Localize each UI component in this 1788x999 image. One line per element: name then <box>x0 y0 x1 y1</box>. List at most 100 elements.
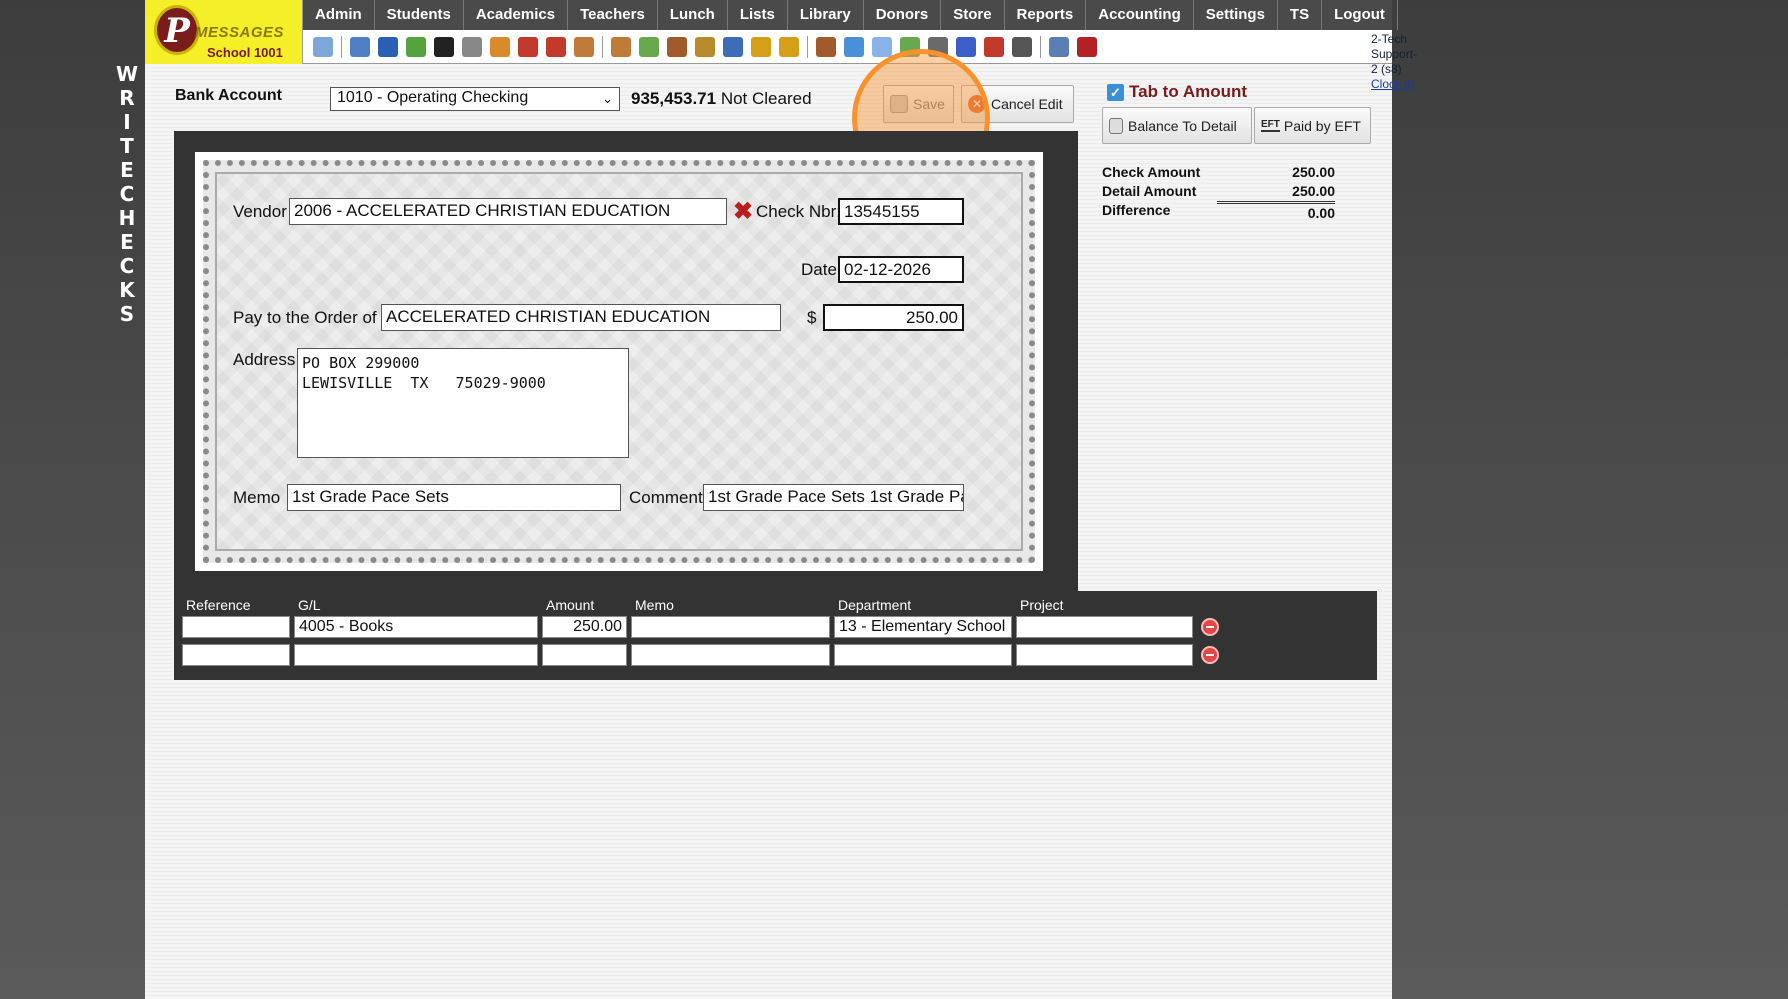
email-at-icon[interactable] <box>378 36 398 57</box>
memo-field[interactable]: 1st Grade Pace Sets <box>287 484 621 511</box>
nav-item-teachers[interactable]: Teachers <box>568 0 658 30</box>
detail-cell-memo[interactable] <box>631 644 830 666</box>
main-nav: Admin Students Academics Teachers Lunch Lists… <box>303 0 1398 30</box>
void-x-icon[interactable]: ✖ <box>733 200 753 224</box>
chevron-down-icon: ⌄ <box>602 91 613 106</box>
date-label: Date: <box>801 260 842 279</box>
detail-cell-department[interactable]: 13 - Elementary School <box>834 616 1012 638</box>
nav-item-academics[interactable]: Academics <box>464 0 569 30</box>
nav-item-reports[interactable]: Reports <box>1005 0 1087 30</box>
dollar-sign: $ <box>807 308 817 327</box>
title-letter: E <box>120 230 134 254</box>
calendar-grid-icon[interactable] <box>350 36 370 57</box>
pdf-icon[interactable] <box>984 36 1004 57</box>
balance-to-detail-button[interactable]: Balance To Detail <box>1102 107 1252 144</box>
toolbar-separator <box>341 35 342 58</box>
newsletter-icon[interactable] <box>490 36 510 57</box>
megaphone-icon[interactable] <box>546 36 566 57</box>
totals-summary: Check Amount 250.00 Detail Amount 250.00 D… <box>1102 163 1335 223</box>
nav-item-accounting[interactable]: Accounting <box>1086 0 1194 30</box>
nav-item-settings[interactable]: Settings <box>1194 0 1278 30</box>
cancel-edit-button[interactable]: ✕ Cancel Edit <box>961 85 1074 123</box>
calculator-icon <box>1109 117 1123 134</box>
help-icon[interactable] <box>1049 36 1069 57</box>
nav-item-admin[interactable]: Admin <box>303 0 375 30</box>
detail-cell-reference[interactable] <box>182 644 290 666</box>
remove-row-icon[interactable] <box>1201 618 1219 636</box>
clock-in-link[interactable]: Clock In <box>1371 77 1414 91</box>
bank-balance: 935,453.71 Not Cleared <box>631 89 812 109</box>
title-letter: T <box>120 134 134 158</box>
nav-item-library[interactable]: Library <box>788 0 864 30</box>
user-female-icon[interactable] <box>574 36 594 57</box>
detail-cell-gl[interactable]: 4005 - Books <box>294 616 538 638</box>
search-icon[interactable] <box>313 36 333 57</box>
power-icon[interactable] <box>1077 36 1097 57</box>
save-button-label: Save <box>913 96 945 112</box>
calendar-icon[interactable] <box>518 36 538 57</box>
nav-item-lunch[interactable]: Lunch <box>658 0 728 30</box>
detail-cell-reference[interactable] <box>182 616 290 638</box>
detail-cell-department[interactable] <box>834 644 1012 666</box>
users-icon[interactable] <box>667 36 687 57</box>
export-icon[interactable] <box>779 36 799 57</box>
detail-cell-amount[interactable] <box>542 644 627 666</box>
logo-letter: P <box>154 5 200 55</box>
food-icon[interactable] <box>695 36 715 57</box>
app-logo[interactable]: P MESSAGES School 1001 <box>145 0 303 64</box>
cash-icon[interactable] <box>900 36 920 57</box>
speaker-icon[interactable] <box>462 36 482 57</box>
school-name: School 1001 <box>207 45 283 60</box>
save-button[interactable]: Save <box>883 85 954 123</box>
tab-to-amount-checkbox[interactable]: ✓ Tab to Amount <box>1107 82 1247 102</box>
bank-account-select[interactable]: 1010 - Operating Checking ⌄ <box>330 87 620 111</box>
cash-register-icon[interactable] <box>1012 36 1032 57</box>
check-amount-value: 250.00 <box>1292 164 1335 180</box>
address-label: Address <box>233 350 296 369</box>
title-letter: I <box>123 110 131 134</box>
comment-field[interactable]: 1st Grade Pace Sets 1st Grade Pa <box>703 484 964 511</box>
title-letter: W <box>115 62 139 86</box>
paid-by-eft-label: Paid by EFT <box>1283 117 1361 134</box>
vendor-field[interactable]: 2006 - ACCELERATED CHRISTIAN EDUCATION <box>289 198 727 225</box>
chat-icon[interactable] <box>406 36 426 57</box>
printer-icon[interactable] <box>928 36 948 57</box>
ledger-icon[interactable] <box>872 36 892 57</box>
clock-icon[interactable] <box>844 36 864 57</box>
user-male-icon[interactable] <box>611 36 631 57</box>
column-header-amount: Amount <box>546 597 595 613</box>
bank-account-label: Bank Account <box>175 87 282 104</box>
check-nbr-field[interactable]: 13545155 <box>838 198 964 225</box>
floppy-disk-icon <box>890 95 908 113</box>
detail-cell-gl[interactable] <box>294 644 538 666</box>
check-border: Vendor 2006 - ACCELERATED CHRISTIAN EDUC… <box>203 160 1035 563</box>
detail-cell-memo[interactable] <box>631 616 830 638</box>
detail-cell-amount[interactable]: 250.00 <box>542 616 627 638</box>
difference-label: Difference <box>1102 202 1171 218</box>
remove-row-icon[interactable] <box>1201 646 1219 664</box>
nav-item-students[interactable]: Students <box>375 0 464 30</box>
nav-item-logout[interactable]: Logout <box>1322 0 1398 30</box>
broom-icon[interactable] <box>751 36 771 57</box>
toolbar-separator <box>1040 35 1041 58</box>
nav-item-lists[interactable]: Lists <box>728 0 788 30</box>
column-header-project: Project <box>1020 597 1064 613</box>
money-icon[interactable] <box>639 36 659 57</box>
book-icon[interactable] <box>723 36 743 57</box>
nav-item-store[interactable]: Store <box>941 0 1005 30</box>
address-textarea[interactable]: PO BOX 299000 LEWISVILLE TX 75029-9000 <box>297 348 629 458</box>
pay-to-field[interactable]: ACCELERATED CHRISTIAN EDUCATION <box>381 304 781 331</box>
pay-to-label: Pay to the Order of <box>233 308 377 327</box>
mobile-phone-icon[interactable] <box>434 36 454 57</box>
detail-cell-project[interactable] <box>1016 644 1193 666</box>
amount-field[interactable]: 250.00 <box>823 304 964 331</box>
ap-icon[interactable] <box>956 36 976 57</box>
nav-item-ts[interactable]: TS <box>1278 0 1323 30</box>
memo-label: Memo <box>233 488 281 507</box>
staff-icon[interactable] <box>816 36 836 57</box>
nav-item-donors[interactable]: Donors <box>864 0 942 30</box>
detail-cell-project[interactable] <box>1016 616 1193 638</box>
column-header-department: Department <box>838 597 912 613</box>
date-field[interactable]: 02-12-2026 <box>838 256 964 283</box>
paid-by-eft-button[interactable]: EFT Paid by EFT <box>1254 107 1371 144</box>
